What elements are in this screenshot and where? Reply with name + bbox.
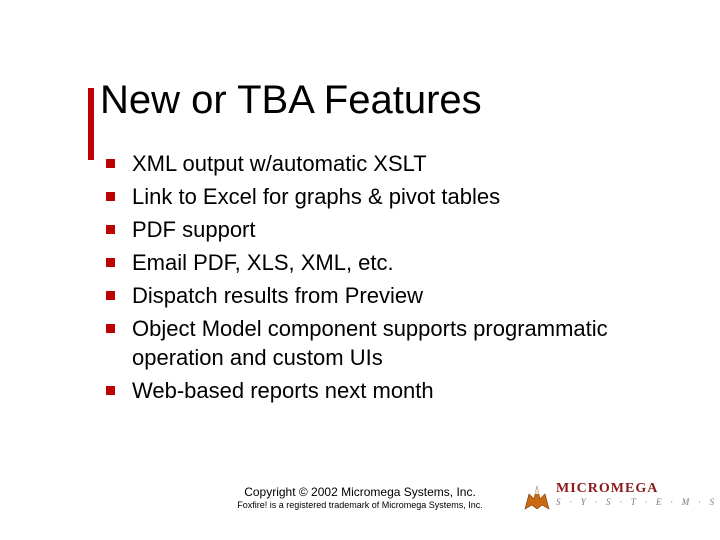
list-item: XML output w/automatic XSLT [128,149,660,178]
fox-icon [522,482,552,512]
bullet-list: XML output w/automatic XSLT Link to Exce… [100,149,660,405]
list-item: Email PDF, XLS, XML, etc. [128,248,660,277]
logo-subtext: S·Y·S·T·E·M·S [556,497,720,507]
list-item: Dispatch results from Preview [128,281,660,310]
micromega-logo: MICROMEGA S·Y·S·T·E·M·S [522,482,682,514]
slide-content: New or TBA Features XML output w/automat… [100,78,660,409]
list-item: PDF support [128,215,660,244]
slide-title: New or TBA Features [100,78,660,123]
logo-wordmark: MICROMEGA [556,481,658,497]
list-item: Object Model component supports programm… [128,314,660,372]
list-item: Web-based reports next month [128,376,660,405]
list-item: Link to Excel for graphs & pivot tables [128,182,660,211]
title-accent-bar [88,88,94,160]
